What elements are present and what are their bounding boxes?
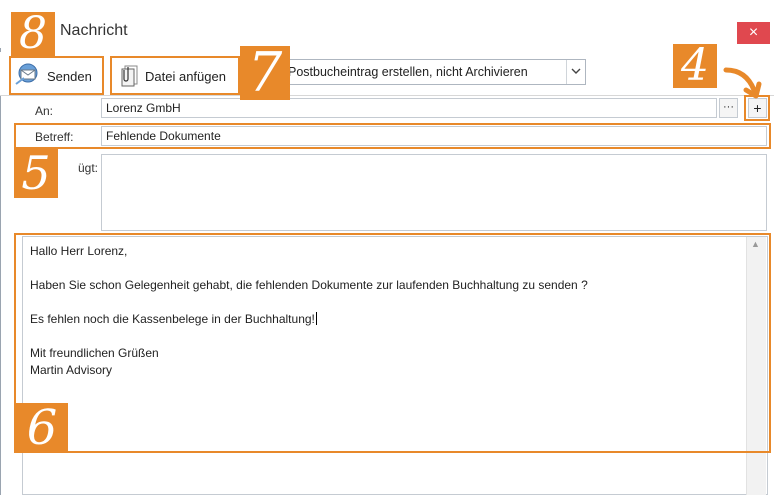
to-field[interactable]: Lorenz GmbH	[101, 98, 717, 118]
callout-badge-5: 5	[14, 148, 58, 198]
callout-frame-send	[9, 56, 104, 95]
callout-frame-subject	[14, 123, 771, 149]
callout-badge-8: 8	[11, 12, 55, 56]
callout-frame-body	[14, 233, 771, 453]
archive-mode-select[interactable]: Postbucheintrag erstellen, nicht Archivi…	[283, 59, 586, 85]
callout-badge-4: 4	[673, 44, 717, 88]
arrow-icon	[722, 62, 766, 102]
callout-frame-attach	[110, 56, 240, 95]
to-label: An:	[35, 104, 54, 118]
callout-badge-7: 7	[240, 46, 290, 100]
archive-mode-value: Postbucheintrag erstellen, nicht Archivi…	[288, 65, 528, 79]
attachments-box[interactable]	[101, 154, 767, 231]
close-icon: ×	[748, 24, 759, 41]
callout-badge-6: 6	[16, 403, 68, 453]
close-button[interactable]: ×	[737, 22, 770, 44]
chevron-down-icon[interactable]	[566, 60, 585, 84]
attachments-label: ügt:	[78, 161, 99, 175]
window-title: Nachricht	[60, 22, 128, 39]
